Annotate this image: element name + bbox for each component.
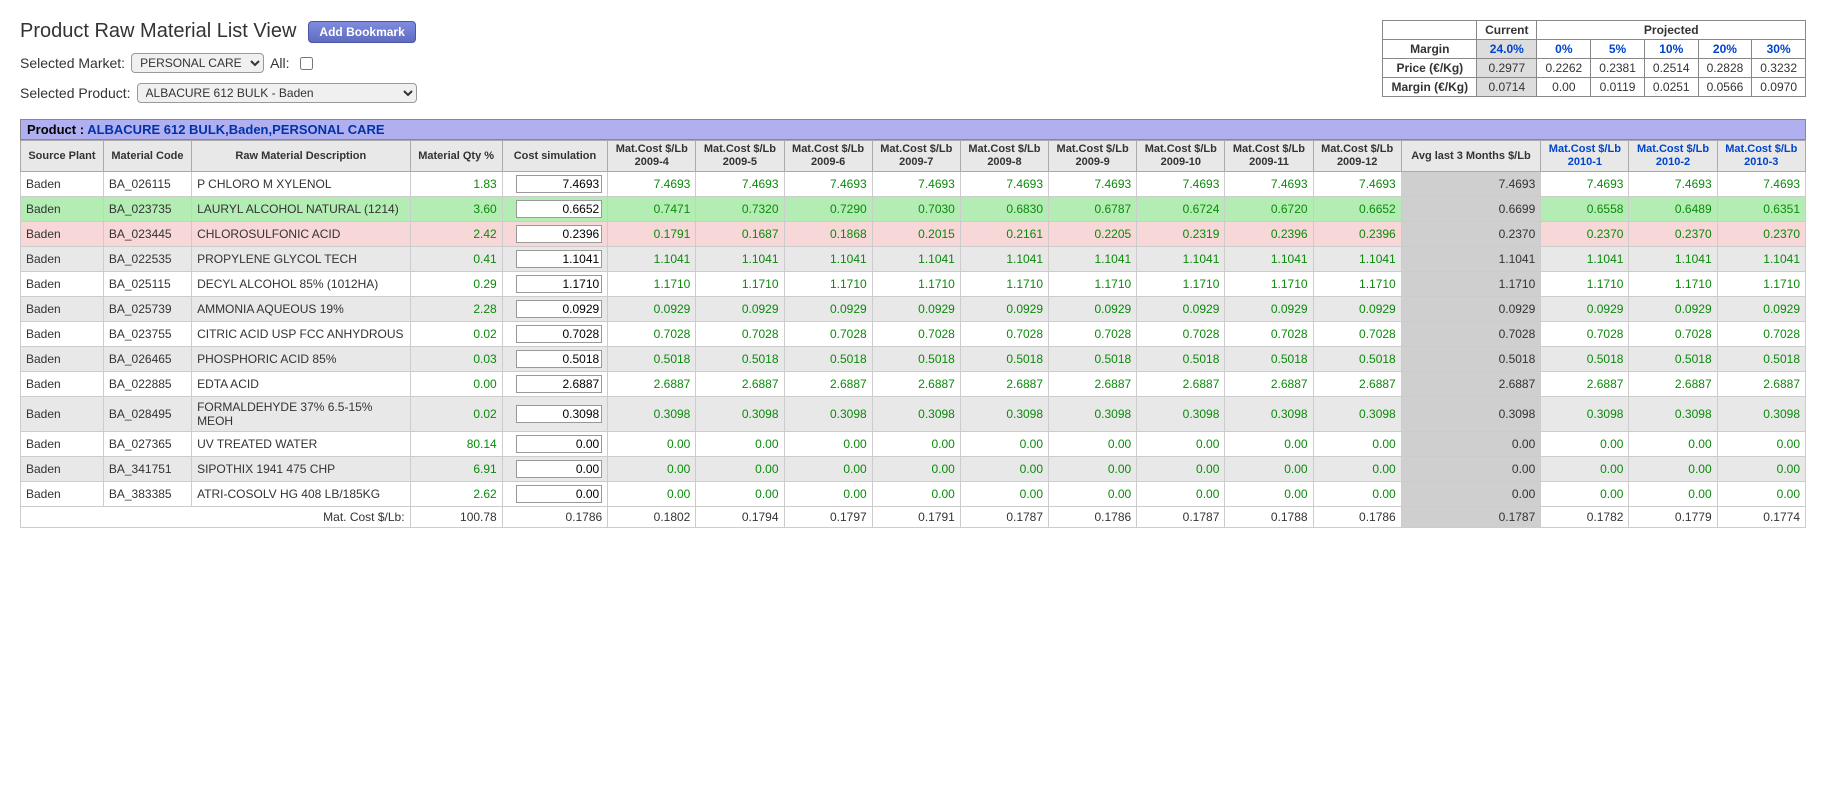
proj-0-link[interactable]: 0%: [1555, 42, 1572, 56]
table-row: BadenBA_028495FORMALDEHYDE 37% 6.5-15% M…: [21, 397, 1806, 432]
table-row: BadenBA_026465PHOSPHORIC ACID 85%0.030.5…: [21, 347, 1806, 372]
cost-sim-input[interactable]: [516, 350, 602, 368]
proj-30-link[interactable]: 30%: [1767, 42, 1791, 56]
current-margin: 24.0%: [1490, 42, 1524, 56]
cost-sim-input[interactable]: [516, 485, 602, 503]
all-label: All:: [270, 55, 289, 71]
table-row: BadenBA_023755CITRIC ACID USP FCC ANHYDR…: [21, 322, 1806, 347]
table-row: BadenBA_025115DECYL ALCOHOL 85% (1012HA)…: [21, 272, 1806, 297]
margin-projection-table: Current Projected Margin 24.0% 0% 5% 10%…: [1382, 20, 1806, 97]
projected-header: Projected: [1537, 21, 1806, 40]
product-select[interactable]: ALBACURE 612 BULK - Baden: [137, 83, 417, 103]
cost-sim-input[interactable]: [516, 325, 602, 343]
product-label: Selected Product:: [20, 85, 131, 101]
margin-eur-row-label: Margin (€/Kg): [1383, 78, 1477, 97]
add-bookmark-button[interactable]: Add Bookmark: [308, 21, 415, 43]
cost-sim-input[interactable]: [516, 225, 602, 243]
table-row: BadenBA_022535PROPYLENE GLYCOL TECH0.411…: [21, 247, 1806, 272]
cost-sim-input[interactable]: [516, 460, 602, 478]
market-label: Selected Market:: [20, 55, 125, 71]
current-margin-eur: 0.0714: [1477, 78, 1537, 97]
table-row: BadenBA_023445CHLOROSULFONIC ACID2.420.1…: [21, 222, 1806, 247]
current-header: Current: [1477, 21, 1537, 40]
cost-sim-input[interactable]: [516, 435, 602, 453]
current-price: 0.2977: [1477, 59, 1537, 78]
cost-sim-input[interactable]: [516, 250, 602, 268]
table-row: BadenBA_383385ATRI-COSOLV HG 408 LB/185K…: [21, 482, 1806, 507]
all-checkbox[interactable]: [300, 57, 313, 70]
cost-sim-input[interactable]: [516, 175, 602, 193]
market-select[interactable]: PERSONAL CARE: [131, 53, 264, 73]
price-row-label: Price (€/Kg): [1383, 59, 1477, 78]
raw-material-table: Source PlantMaterial CodeRaw Material De…: [20, 140, 1806, 528]
table-row: BadenBA_025739AMMONIA AQUEOUS 19%2.280.0…: [21, 297, 1806, 322]
cost-sim-input[interactable]: [516, 200, 602, 218]
table-row: BadenBA_341751SIPOTHIX 1941 475 CHP6.910…: [21, 457, 1806, 482]
cost-sim-input[interactable]: [516, 300, 602, 318]
proj-20-link[interactable]: 20%: [1713, 42, 1737, 56]
cost-sim-input[interactable]: [516, 275, 602, 293]
cost-sim-input[interactable]: [516, 405, 602, 423]
page-title: Product Raw Material List View: [20, 20, 296, 43]
footer-label: Mat. Cost $/Lb:: [21, 507, 411, 528]
table-row: BadenBA_026115P CHLORO M XYLENOL1.837.46…: [21, 172, 1806, 197]
proj-10-link[interactable]: 10%: [1659, 42, 1683, 56]
table-row: BadenBA_022885EDTA ACID0.002.68872.68872…: [21, 372, 1806, 397]
cost-sim-input[interactable]: [516, 375, 602, 393]
table-row: BadenBA_027365UV TREATED WATER80.140.000…: [21, 432, 1806, 457]
table-header: Source PlantMaterial CodeRaw Material De…: [21, 141, 1806, 172]
proj-5-link[interactable]: 5%: [1609, 42, 1626, 56]
table-row: BadenBA_023735LAURYL ALCOHOL NATURAL (12…: [21, 197, 1806, 222]
margin-row-label: Margin: [1383, 40, 1477, 59]
product-bar: Product : ALBACURE 612 BULK,Baden,PERSON…: [20, 119, 1806, 140]
